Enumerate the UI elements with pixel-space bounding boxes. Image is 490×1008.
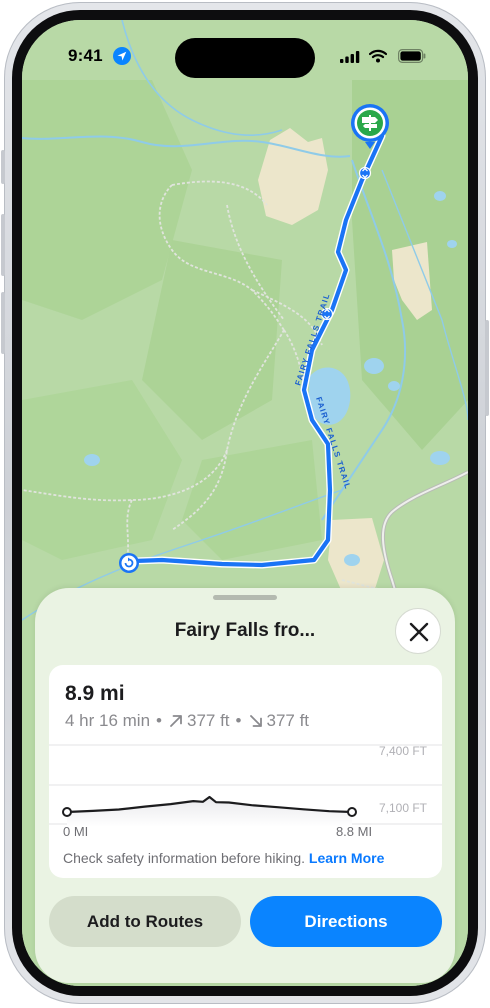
close-button[interactable] <box>395 608 441 654</box>
elevation-endpoint <box>347 807 357 817</box>
elevation-profile-chart: 7,400 FT 7,100 FT 0 MI 8.8 MI <box>49 744 442 839</box>
route-duration: 4 hr 16 min <box>65 711 151 730</box>
wifi-icon <box>369 49 387 63</box>
elevation-loss: 377 ft <box>266 711 310 730</box>
location-arrow-icon <box>113 47 131 65</box>
lake <box>388 381 400 391</box>
directions-button[interactable]: Directions <box>250 896 442 947</box>
lake <box>364 358 384 374</box>
direction-arrow-icon <box>358 166 372 180</box>
safety-note: Check safety information before hiking. … <box>63 850 384 866</box>
arrow-up-right-icon <box>170 715 182 727</box>
lake <box>84 454 100 466</box>
phone-frame: FAIRY FALLS TRAIL FAIRY FALLS TRAIL 9:41… <box>1 2 489 1004</box>
start-loop-icon[interactable] <box>118 552 140 574</box>
cellular-signal-icon <box>340 51 360 63</box>
action-button <box>1 150 5 184</box>
route-stats: 4 hr 16 min • 377 ft • 377 ft <box>65 711 309 731</box>
elevation-area <box>67 797 352 827</box>
trailhead-pin-icon[interactable] <box>347 102 393 154</box>
separator: • <box>156 711 162 730</box>
lake <box>430 451 450 465</box>
safety-note-text: Check safety information before hiking. <box>63 850 306 866</box>
sheet-grabber[interactable] <box>213 595 277 600</box>
bezel: FAIRY FALLS TRAIL FAIRY FALLS TRAIL 9:41… <box>12 10 478 996</box>
lake <box>344 554 360 566</box>
sheet-title: Fairy Falls fro... <box>174 620 316 641</box>
route-distance: 8.9 mi <box>65 682 125 705</box>
learn-more-link[interactable]: Learn More <box>309 850 384 866</box>
arrow-down-right-icon <box>249 715 262 727</box>
y-tick-label: 7,100 FT <box>379 801 428 815</box>
status-time: 9:41 <box>68 46 103 65</box>
separator: • <box>235 711 242 730</box>
lake <box>434 191 446 201</box>
add-to-routes-button[interactable]: Add to Routes <box>49 896 241 947</box>
route-summary-card: 8.9 mi 4 hr 16 min • 377 ft • 377 ft 7,4… <box>49 665 442 878</box>
dynamic-island <box>175 38 315 78</box>
close-icon <box>409 622 429 642</box>
elevation-endpoint <box>62 807 72 817</box>
lake <box>447 240 457 248</box>
screen: FAIRY FALLS TRAIL FAIRY FALLS TRAIL 9:41… <box>22 20 468 986</box>
side-button <box>485 320 489 416</box>
volume-up-button <box>1 214 5 276</box>
x-tick-label: 8.8 MI <box>336 824 372 839</box>
x-tick-label: 0 MI <box>63 824 88 839</box>
elevation-gain: 377 ft <box>187 711 230 730</box>
y-tick-label: 7,400 FT <box>379 744 428 758</box>
status-bar: 9:41 <box>22 20 468 80</box>
route-detail-sheet: Fairy Falls fro... 8.9 mi 4 hr 16 min • <box>35 588 455 983</box>
battery-icon <box>398 49 426 63</box>
volume-down-button <box>1 292 5 354</box>
